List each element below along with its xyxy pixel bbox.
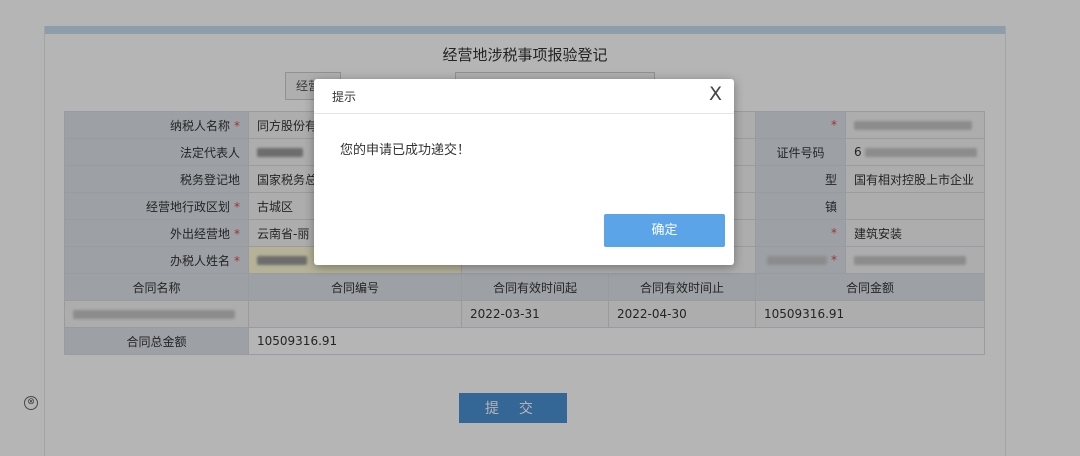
- success-dialog: 提示 X 您的申请已成功递交！ 确定: [314, 79, 734, 265]
- confirm-button[interactable]: 确定: [604, 214, 725, 247]
- close-icon[interactable]: X: [709, 83, 722, 105]
- dialog-header: 提示 X: [314, 79, 734, 114]
- dialog-title: 提示: [332, 90, 357, 104]
- dialog-message: 您的申请已成功递交！: [340, 143, 471, 158]
